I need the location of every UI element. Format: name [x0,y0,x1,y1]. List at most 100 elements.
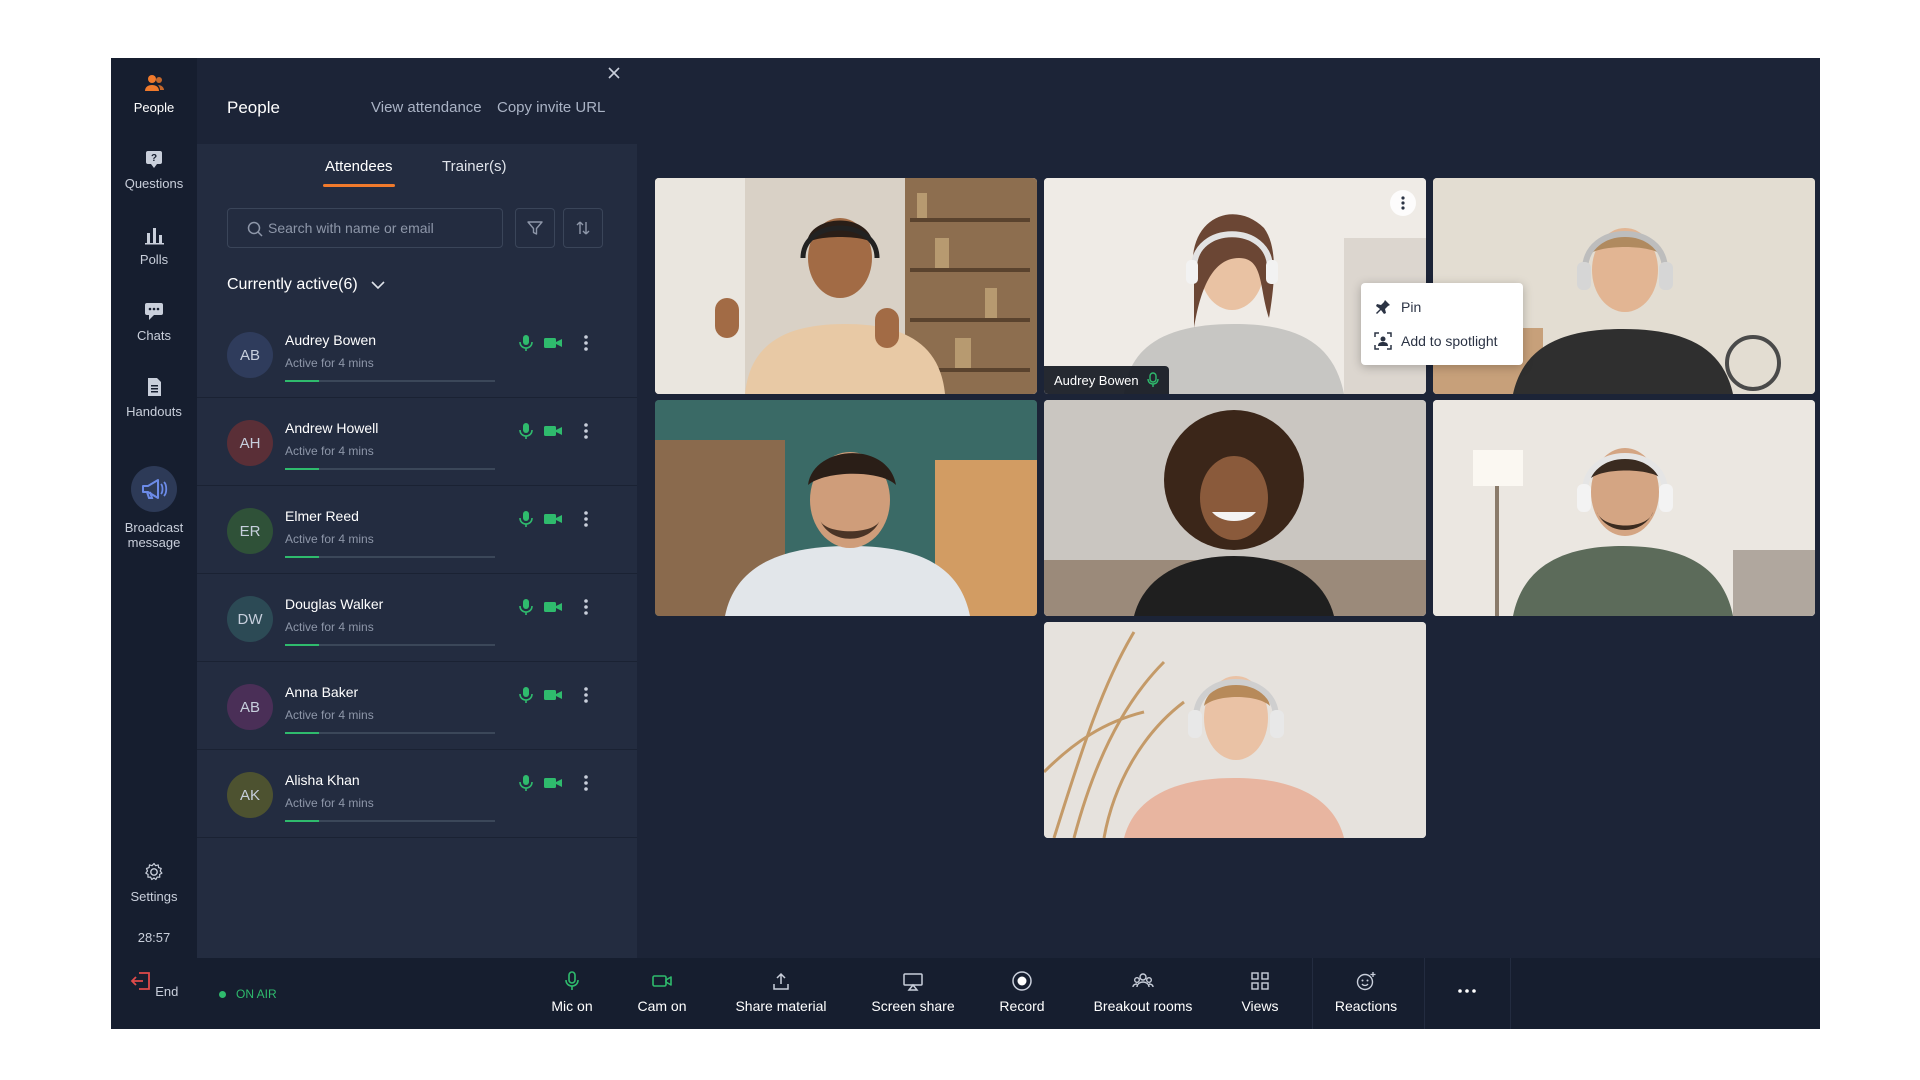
gear-icon [145,862,163,881]
attendee-mic-button[interactable] [515,686,537,708]
mic-toggle-button[interactable]: Mic on [535,958,609,1029]
kebab-menu-icon [583,774,589,797]
on-air-indicator: ON AIR [219,987,277,1001]
views-label: Views [1241,998,1279,1014]
attendee-more-button[interactable] [575,774,597,796]
group-icon [1132,973,1154,988]
people-panel: People View attendance Copy invite URL A… [197,58,637,958]
avatar: AH [227,420,273,466]
video-tile-5[interactable] [1044,400,1426,616]
views-button[interactable]: Views [1227,958,1293,1029]
participant-video-7 [1044,622,1426,838]
attendee-cam-button[interactable] [542,774,564,796]
filter-button[interactable] [515,208,555,248]
video-tile-6[interactable] [1433,400,1815,616]
attendee-mic-button[interactable] [515,774,537,796]
on-air-label: ON AIR [236,987,277,1001]
attendee-name: Andrew Howell [285,420,379,436]
copy-invite-url-link[interactable]: Copy invite URL [497,99,605,116]
attendee-status: Active for 4 mins [285,620,374,634]
attendee-row[interactable]: AB Anna Baker Active for 4 mins [197,662,637,750]
rail-label-settings: Settings [130,889,178,904]
video-camera-icon [652,975,672,987]
share-material-button[interactable]: Share material [721,958,841,1029]
record-button[interactable]: Record [985,958,1059,1029]
avatar: AB [227,332,273,378]
close-panel-button[interactable] [597,58,631,88]
attendee-mic-button[interactable] [515,334,537,356]
video-camera-icon [543,776,563,795]
currently-active-toggle[interactable]: Currently active(6) [227,276,386,294]
screen-share-button[interactable]: Screen share [861,958,965,1029]
attendee-status: Active for 4 mins [285,532,374,546]
rail-item-handouts[interactable]: Handouts [111,376,197,419]
chat-icon [145,303,163,320]
rail-label-broadcast-2: message [127,535,181,550]
activity-bar [285,820,495,822]
video-tile-4[interactable] [655,400,1037,616]
attendee-status: Active for 4 mins [285,796,374,810]
video-camera-icon [543,600,563,619]
reactions-button[interactable]: Reactions [1325,958,1407,1029]
menu-item-pin-label: Pin [1401,299,1422,315]
mic-label: Mic on [551,998,593,1014]
view-attendance-link[interactable]: View attendance [371,99,482,116]
record-icon [1012,971,1032,991]
kebab-menu-icon [583,510,589,533]
rail-item-people[interactable]: People [111,72,197,115]
filter-icon [527,221,543,235]
video-tile-1[interactable] [655,178,1037,394]
rail-label-handouts: Handouts [126,404,182,419]
attendee-row[interactable]: AB Audrey Bowen Active for 4 mins [197,310,637,398]
sort-button[interactable] [563,208,603,248]
menu-item-pin[interactable]: Pin [1373,295,1421,319]
broadcast-button[interactable] [131,466,177,512]
kebab-menu-icon [1401,196,1405,210]
attendee-row[interactable]: ER Elmer Reed Active for 4 mins [197,486,637,574]
virtual-classroom-app: People ? Questions Polls Chats Handouts … [111,58,1820,1029]
on-air-dot [219,990,226,998]
chevron-down-icon [371,281,385,290]
polls-icon [145,228,164,245]
grid-view-icon [1251,972,1269,990]
attendee-more-button[interactable] [575,422,597,444]
attendee-mic-button[interactable] [515,422,537,444]
search-input[interactable] [268,220,488,236]
rail-item-broadcast[interactable]: Broadcast message [111,466,197,550]
attendee-cam-button[interactable] [542,686,564,708]
attendee-more-button[interactable] [575,334,597,356]
attendee-mic-button[interactable] [515,510,537,532]
attendee-cam-button[interactable] [542,334,564,356]
attendee-row[interactable]: AH Andrew Howell Active for 4 mins [197,398,637,486]
rail-item-polls[interactable]: Polls [111,224,197,267]
activity-bar [285,468,495,470]
more-options-button[interactable] [1437,958,1497,1029]
attendee-row[interactable]: DW Douglas Walker Active for 4 mins [197,574,637,662]
attendee-more-button[interactable] [575,510,597,532]
tab-attendees[interactable]: Attendees [323,158,395,187]
tab-trainers[interactable]: Trainer(s) [442,158,506,175]
attendee-row[interactable]: AK Alisha Khan Active for 4 mins [197,750,637,838]
end-label: End [155,984,179,999]
attendee-cam-button[interactable] [542,422,564,444]
attendee-status: Active for 4 mins [285,356,374,370]
attendee-cam-button[interactable] [542,598,564,620]
tile-more-options-button[interactable] [1390,190,1416,216]
attendee-more-button[interactable] [575,686,597,708]
mic-on-icon [519,422,533,445]
video-tile-7[interactable] [1044,622,1426,838]
rail-item-questions[interactable]: ? Questions [111,148,197,191]
end-session-button[interactable]: End [111,958,197,1029]
screen-share-label: Screen share [871,998,955,1014]
rail-item-chats[interactable]: Chats [111,300,197,343]
attendee-mic-button[interactable] [515,598,537,620]
attendee-cam-button[interactable] [542,510,564,532]
kebab-menu-icon [583,686,589,709]
toolbar-divider [1312,958,1313,1029]
breakout-rooms-button[interactable]: Breakout rooms [1079,958,1207,1029]
camera-toggle-button[interactable]: Cam on [625,958,699,1029]
search-field[interactable] [227,208,503,248]
rail-item-settings[interactable]: Settings [111,861,197,904]
menu-item-add-to-spotlight[interactable]: Add to spotlight [1373,329,1498,353]
attendee-more-button[interactable] [575,598,597,620]
